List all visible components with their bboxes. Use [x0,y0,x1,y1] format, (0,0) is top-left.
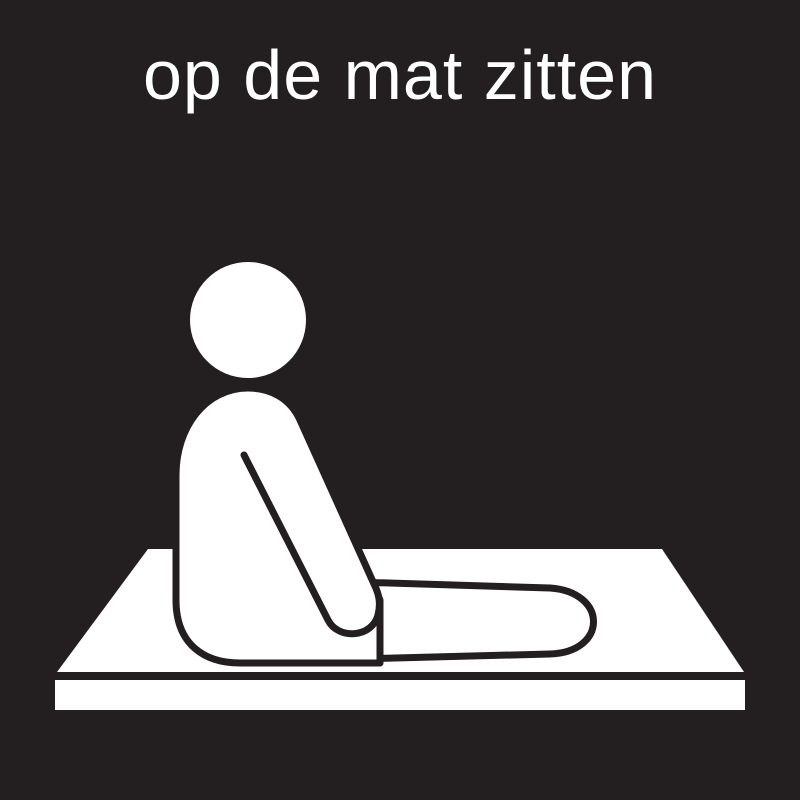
pictogram-card: op de mat zitten [0,0,800,800]
person-sitting-on-mat-icon [55,262,745,710]
person-head [190,262,306,378]
person-icon [172,262,597,667]
mat-front-edge [55,680,745,710]
